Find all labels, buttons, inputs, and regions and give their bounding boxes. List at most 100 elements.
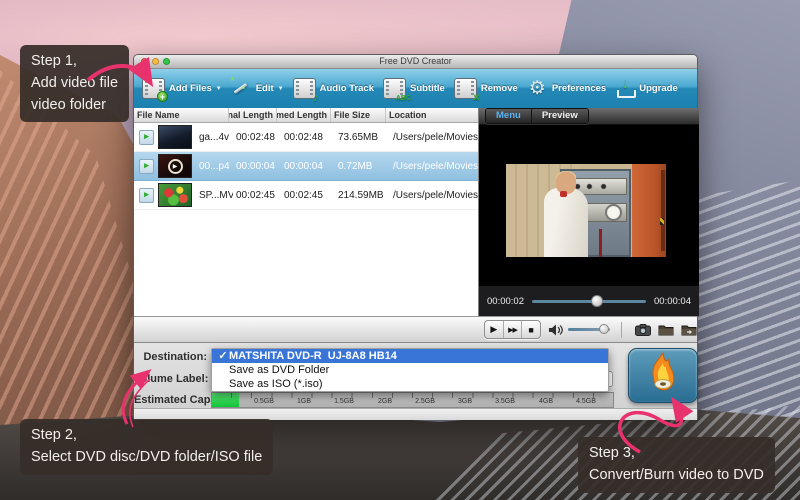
play-badge-icon: ▶: [168, 159, 183, 174]
audio-track-button[interactable]: ♪ Audio Track: [293, 78, 374, 99]
stop-button[interactable]: ■: [522, 321, 540, 338]
video-area: [479, 125, 699, 286]
remove-icon: ×: [454, 78, 477, 99]
subtitle-button[interactable]: ABC Subtitle: [383, 78, 445, 99]
total-time: 00:00:04: [654, 296, 691, 307]
volume-label-label: Volume Label:: [134, 373, 207, 385]
zoom-button[interactable]: [163, 58, 170, 65]
export-folder-button[interactable]: [681, 324, 697, 336]
video-thumbnail: ▶: [158, 154, 192, 178]
snapshot-button[interactable]: [635, 324, 651, 336]
chevron-down-icon: ▼: [216, 86, 222, 92]
destination-label: Destination:: [134, 351, 207, 363]
note-badge-icon: ♪: [313, 92, 319, 104]
capacity-tick-label: 3GB: [458, 398, 472, 405]
fast-forward-button[interactable]: ▶▶: [504, 321, 523, 338]
annotation-step3: Step 3, Convert/Burn video to DVD: [578, 437, 775, 493]
trimmed-length: 00:02:45: [281, 190, 335, 201]
remove-button[interactable]: × Remove: [454, 78, 518, 99]
menu-item-dvd-folder[interactable]: Save as DVD Folder: [212, 363, 608, 377]
file-list: File Name Original Length Trimmed Length…: [134, 108, 479, 316]
step1-line2: Add video file: [31, 73, 118, 95]
preferences-label: Preferences: [552, 83, 606, 94]
step1-line1: Step 1,: [31, 51, 118, 73]
seek-knob[interactable]: [591, 295, 603, 307]
original-length: 00:02:48: [233, 132, 281, 143]
preview-tab-bar: Menu Preview: [479, 108, 699, 125]
column-header-file-name[interactable]: File Name: [134, 108, 229, 122]
capacity-tick-label: 0.5GB: [254, 398, 274, 405]
column-header-file-size[interactable]: File Size: [331, 108, 386, 122]
elapsed-time: 00:00:02: [487, 296, 524, 307]
upgrade-icon: ↓: [615, 79, 635, 99]
title-bar[interactable]: Free DVD Creator: [134, 55, 697, 69]
file-name: ga...4v: [196, 132, 233, 143]
capacity-tick-label: 3.5GB: [495, 398, 515, 405]
file-name: 00...p4: [196, 161, 233, 172]
add-clip-icon[interactable]: ▸: [139, 188, 154, 203]
column-header-original-length[interactable]: Original Length: [229, 108, 277, 122]
add-clip-icon[interactable]: ▸: [139, 159, 154, 174]
table-row[interactable]: ▸ ga...4v 00:02:48 00:02:48 73.65MB /Use…: [134, 123, 478, 152]
edit-button[interactable]: * * Edit ▼: [231, 79, 284, 98]
close-button[interactable]: [141, 58, 148, 65]
volume-slider[interactable]: [568, 328, 610, 331]
capacity-bar: 0.5GB 1GB 1.5GB 2GB 2.5GB 3GB 3.5GB 4GB …: [211, 392, 614, 408]
speaker-icon: [548, 323, 563, 337]
down-arrow-icon: ↓: [618, 75, 632, 92]
sparkle-icon: *: [231, 76, 235, 87]
menu-item-iso[interactable]: Save as ISO (*.iso): [212, 377, 608, 391]
control-divider: [621, 322, 622, 338]
remove-label: Remove: [481, 83, 518, 94]
seek-slider[interactable]: [532, 300, 646, 303]
seek-bar: 00:00:02 00:00:04: [479, 286, 699, 316]
hazard-stripe: [660, 218, 664, 225]
menu-item-label: Save as DVD Folder: [229, 363, 329, 377]
scene-hose: [599, 229, 602, 257]
capacity-tick-label: 4GB: [539, 398, 553, 405]
capacity-tick-label: 1GB: [297, 398, 311, 405]
open-folder-button[interactable]: [658, 324, 674, 336]
annotation-step1: Step 1, Add video file video folder: [20, 45, 129, 122]
chevron-down-icon: ▼: [278, 86, 284, 92]
app-window: Free DVD Creator + Add Files ▼ * * Edit …: [133, 54, 698, 420]
minimize-button[interactable]: [152, 58, 159, 65]
add-files-button[interactable]: + Add Files ▼: [142, 78, 222, 99]
traffic-lights: [141, 58, 170, 65]
file-list-header: File Name Original Length Trimmed Length…: [134, 108, 478, 123]
trimmed-length: 00:02:48: [281, 132, 335, 143]
add-clip-icon[interactable]: ▸: [139, 130, 154, 145]
file-size: 214.59MB: [335, 190, 390, 201]
cross-badge-icon: ×: [473, 92, 479, 104]
original-length: 00:00:04: [233, 161, 281, 172]
annotation-step2: Step 2, Select DVD disc/DVD folder/ISO f…: [20, 419, 273, 475]
abc-badge-icon: ABC: [396, 95, 411, 102]
burn-button[interactable]: [628, 348, 698, 403]
scene-gauge: [605, 204, 622, 221]
video-thumbnail: [158, 183, 192, 207]
preview-panel: Menu Preview: [479, 108, 699, 316]
file-size: 0.72MB: [335, 161, 390, 172]
preferences-button[interactable]: ⚙ Preferences: [527, 79, 606, 99]
gear-icon: ⚙: [527, 79, 548, 99]
edit-label: Edit: [256, 83, 274, 94]
menu-item-dvd-disc[interactable]: ✓ MATSHITA DVD-R UJ-8A8 HB14: [212, 349, 608, 363]
upgrade-label: Upgrade: [639, 83, 678, 94]
window-title: Free DVD Creator: [134, 55, 697, 68]
play-button[interactable]: ▶: [485, 321, 504, 338]
plus-badge-icon: +: [157, 91, 168, 102]
check-icon: ✓: [217, 349, 229, 363]
file-location: /Users/pele/Movies/i...: [390, 132, 478, 143]
tab-preview[interactable]: Preview: [531, 109, 588, 123]
tab-menu[interactable]: Menu: [486, 109, 531, 123]
table-row-selected[interactable]: ▸ ▶ 00...p4 00:00:04 00:00:04 0.72MB /Us…: [134, 152, 478, 181]
playback-control-bar: ▶ ▶▶ ■: [134, 316, 697, 343]
volume-knob[interactable]: [599, 324, 609, 334]
scene-person-collar: [560, 191, 567, 197]
audio-track-label: Audio Track: [320, 83, 374, 94]
column-header-trimmed-length[interactable]: Trimmed Length: [277, 108, 331, 122]
column-header-location[interactable]: Location: [386, 108, 478, 122]
destination-dropdown-menu: ✓ MATSHITA DVD-R UJ-8A8 HB14 Save as DVD…: [211, 348, 609, 392]
upgrade-button[interactable]: ↓ Upgrade: [615, 79, 678, 99]
table-row[interactable]: ▸ SP...MV 00:02:45 00:02:45 214.59MB /Us…: [134, 181, 478, 210]
